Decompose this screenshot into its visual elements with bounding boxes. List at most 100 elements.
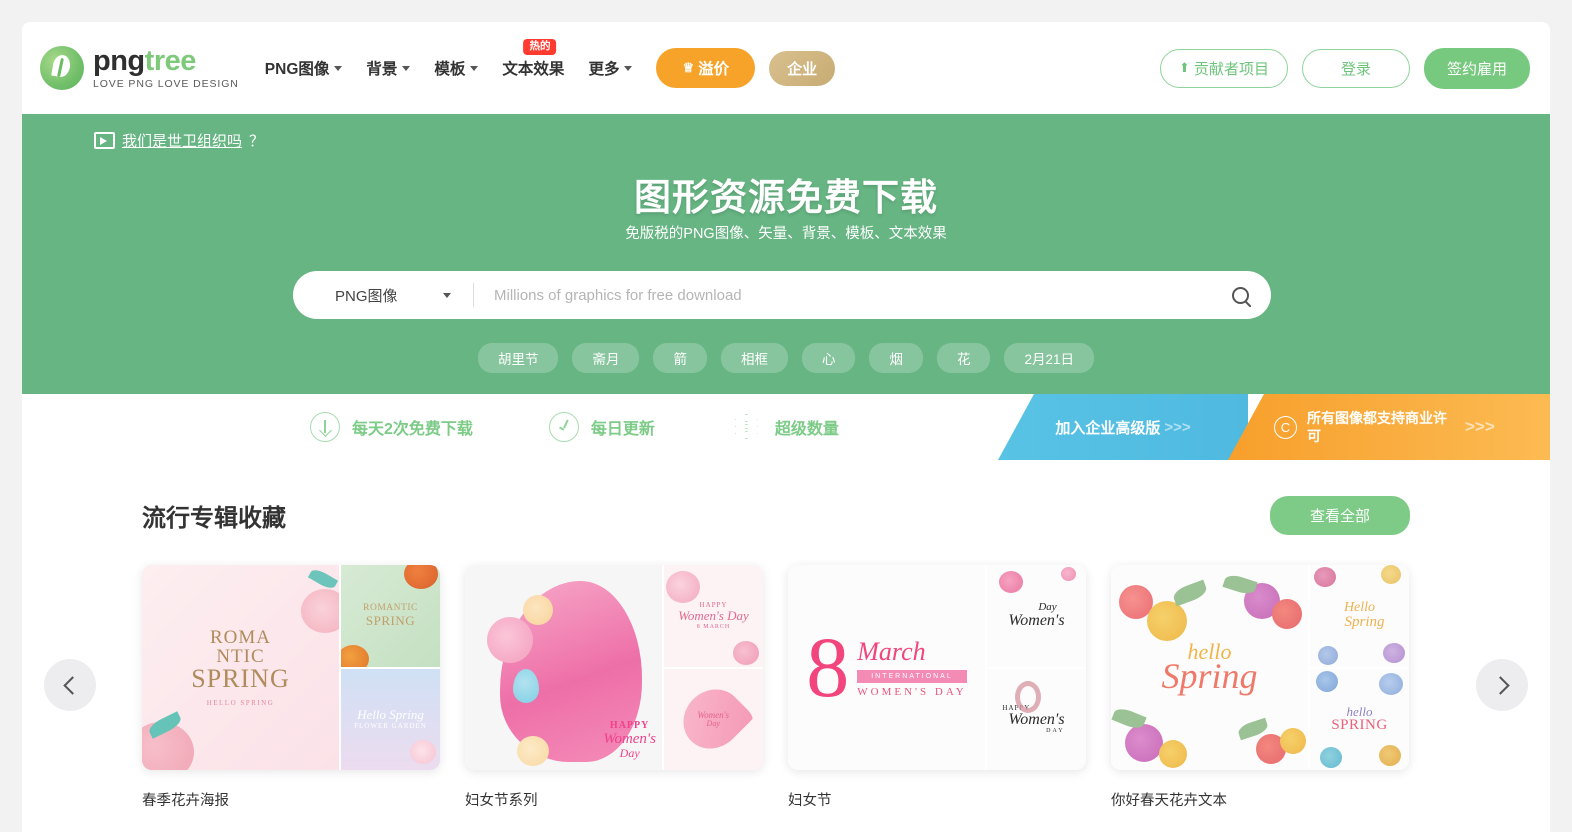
enterprise-button[interactable]: 企业	[769, 50, 836, 86]
tag-frame[interactable]: 相框	[720, 343, 788, 373]
card-thumbnail: hello Spring Hello Spring hello SPRING	[1111, 565, 1409, 770]
card-side-art: Hello Spring hello SPRING	[1307, 565, 1409, 770]
art-text: HELLO SPRING	[206, 699, 275, 707]
feature-free-downloads: 每天2次免费下载	[310, 412, 473, 442]
search-input[interactable]	[474, 286, 1209, 304]
flower-decoration	[1379, 672, 1403, 695]
contributor-button[interactable]: ⬆ 贡献者项目	[1160, 48, 1288, 88]
tag-smoke[interactable]: 烟	[869, 343, 923, 373]
card-side-art: HAPPY Women's Day 8 MARCH Women's Day	[661, 565, 763, 770]
section-title: 流行专辑收藏	[142, 505, 286, 532]
collection-card[interactable]: HAPPY Women's Day HAPPY Women's Day 8 MA…	[465, 565, 763, 810]
page-root: pngtree LOVE PNG LOVE DESIGN PNG图像 背景 模板…	[0, 0, 1572, 832]
hire-button[interactable]: 签约雇用	[1423, 47, 1530, 89]
logo-word-png: png	[93, 44, 145, 77]
card-side-art: ROMANTIC SPRING Hello Spring FLOWER GARD…	[338, 565, 440, 770]
flower-decoration	[1279, 728, 1306, 754]
carousel-next-button[interactable]	[1476, 659, 1528, 711]
card-side-art: Day Women's HAPPY Women's DAY	[984, 565, 1086, 770]
art-text: DAY	[1046, 727, 1065, 734]
art-text: Day	[706, 718, 721, 728]
flower-decoration	[1313, 567, 1336, 587]
collection-card[interactable]: 8 March INTERNATIONAL WOMEN'S DAY Day Wo…	[788, 565, 1086, 810]
clock-icon	[548, 412, 579, 442]
art-text: Women's	[1008, 710, 1065, 728]
tag-holi[interactable]: 胡里节	[477, 343, 559, 373]
card-side-top: HAPPY Women's Day 8 MARCH	[661, 565, 763, 669]
flower-decoration	[1159, 740, 1187, 768]
search-submit-button[interactable]	[1209, 286, 1271, 304]
happy-womens-day-text: HAPPY Women's Day	[603, 721, 656, 760]
tag-ramadan[interactable]: 斋月	[572, 343, 640, 373]
feature-daily-update: 每日更新	[548, 412, 655, 442]
nav-actions: ⬆ 贡献者项目 登录 签约雇用	[1160, 47, 1530, 89]
art-text: INTERNATIONAL	[857, 670, 967, 683]
nav-item-templates[interactable]: 模板	[434, 57, 479, 79]
card-label: 你好春天花卉文本	[1111, 793, 1227, 809]
nav-item-png-images[interactable]: PNG图像	[265, 57, 343, 79]
card-label: 春季花卉海报	[142, 793, 229, 809]
nav-label: 模板	[434, 61, 466, 78]
chevron-down-icon	[402, 65, 411, 71]
popular-collections-section: 流行专辑收藏 查看全部 ROMA NTIC SPRING HELLO SPRIN…	[22, 460, 1550, 832]
chevron-left-icon	[62, 675, 82, 695]
promo-enterprise-premium[interactable]: 加入企业高级版 >>>	[998, 394, 1248, 460]
flower-decoration	[1381, 565, 1401, 584]
card-side-top: ROMANTIC SPRING	[338, 565, 440, 669]
card-thumbnail: HAPPY Women's Day HAPPY Women's Day 8 MA…	[465, 565, 763, 770]
download-arrow-icon	[310, 412, 340, 442]
figure-eight-art	[1014, 680, 1041, 713]
layers-icon	[731, 412, 763, 442]
premium-button[interactable]: ♕ 溢价	[656, 48, 756, 88]
tag-arrow[interactable]: 箭	[653, 343, 707, 373]
flower-decoration	[410, 740, 436, 764]
search-category-select[interactable]: PNG图像	[293, 285, 473, 306]
login-button[interactable]: 登录	[1301, 48, 1410, 88]
nav-label: 更多	[588, 61, 620, 78]
flower-decoration	[1147, 601, 1187, 641]
flower-decoration	[1125, 724, 1163, 762]
promo-blue-label: 加入企业高级版	[1055, 419, 1161, 437]
heart-shape-art: Women's Day	[671, 677, 756, 761]
card-side-bottom: HAPPY Women's DAY	[984, 668, 1086, 770]
feature-strip: 每天2次免费下载 每日更新 超级数量 加入企业高级版 >>> C 所有图像都支持…	[22, 394, 1550, 460]
search-icon	[1231, 286, 1249, 304]
tag-heart[interactable]: 心	[801, 343, 856, 373]
nav-item-more[interactable]: 更多	[588, 57, 633, 79]
flower-decoration	[1383, 642, 1405, 663]
see-all-button[interactable]: 查看全部	[1269, 496, 1410, 535]
hero-title: 图形资源免费下载	[634, 177, 938, 218]
tag-feb21[interactable]: 2月21日	[1004, 343, 1095, 373]
flower-decoration	[1317, 645, 1338, 665]
chevron-down-icon	[470, 65, 479, 71]
hot-badge: 热的	[523, 39, 557, 55]
chevron-down-icon	[334, 65, 343, 71]
site-logo[interactable]: pngtree LOVE PNG LOVE DESIGN	[40, 46, 239, 90]
nav-item-text-effects[interactable]: 热的 文本效果	[502, 39, 564, 79]
collection-card[interactable]: hello Spring Hello Spring hello SPRING 你…	[1111, 565, 1409, 810]
nav-item-backgrounds[interactable]: 背景	[366, 57, 411, 79]
card-side-bottom: Women's Day	[661, 668, 763, 770]
carousel-prev-button[interactable]	[44, 659, 96, 711]
pngtree-leaf-icon	[40, 46, 84, 90]
card-side-top: Hello Spring	[1307, 565, 1409, 669]
tag-flower[interactable]: 花	[936, 343, 991, 373]
who-are-we-label: 我们是世卫组织吗	[122, 133, 243, 150]
contributor-label: 贡献者项目	[1193, 60, 1269, 78]
art-text: SPRING	[1331, 717, 1388, 734]
promo-commercial-license[interactable]: C 所有图像都支持商业许可 >>>	[1228, 394, 1550, 460]
hero-subtitle: 免版税的PNG图像、矢量、背景、模板、文本效果	[625, 226, 947, 242]
art-text: Women's Day	[678, 607, 749, 623]
who-are-we-link[interactable]: 我们是世卫组织吗 ？	[94, 130, 264, 151]
logo-wordmark: pngtree	[93, 44, 239, 77]
art-text: Women's	[603, 730, 656, 747]
nav-label: PNG图像	[264, 61, 330, 78]
art-text: 8 MARCH	[696, 623, 731, 630]
flower-decoration	[998, 571, 1023, 593]
feature-label: 每天2次免费下载	[352, 421, 473, 438]
collection-card[interactable]: ROMA NTIC SPRING HELLO SPRING ROMANTIC S…	[142, 565, 440, 810]
art-text: ROMA	[209, 627, 271, 648]
art-text: SPRING	[365, 612, 416, 628]
card-label: 妇女节	[788, 793, 832, 809]
art-text: Hello	[1343, 600, 1376, 616]
